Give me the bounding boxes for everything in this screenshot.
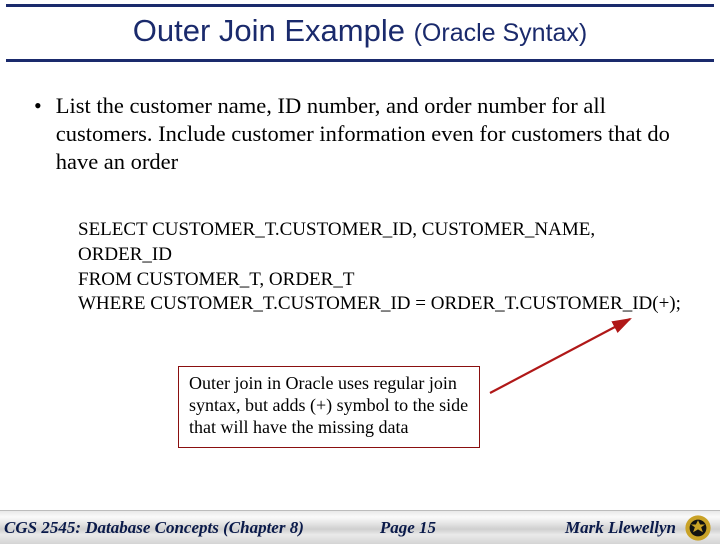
footer-course: CGS 2545: Database Concepts (Chapter 8): [4, 518, 304, 538]
callout-box: Outer join in Oracle uses regular join s…: [178, 366, 480, 448]
title-bar: Outer Join Example (Oracle Syntax): [6, 4, 714, 62]
bullet-marker: •: [34, 92, 42, 120]
bullet-text: List the customer name, ID number, and o…: [56, 92, 686, 176]
footer-author: Mark Llewellyn: [565, 518, 676, 538]
slide: Outer Join Example (Oracle Syntax) • Lis…: [0, 4, 720, 544]
sql-code-block: SELECT CUSTOMER_T.CUSTOMER_ID, CUSTOMER_…: [78, 218, 686, 317]
sql-line-1: SELECT CUSTOMER_T.CUSTOMER_ID, CUSTOMER_…: [78, 218, 686, 267]
callout-text: Outer join in Oracle uses regular join s…: [189, 373, 468, 437]
footer-bar: CGS 2545: Database Concepts (Chapter 8) …: [0, 510, 720, 544]
footer-page: Page 15: [380, 518, 436, 538]
sql-line-2: FROM CUSTOMER_T, ORDER_T: [78, 268, 686, 293]
bullet-item: • List the customer name, ID number, and…: [34, 92, 686, 176]
arrow-icon: [480, 311, 650, 401]
slide-title-sub: (Oracle Syntax): [414, 19, 588, 47]
slide-body: • List the customer name, ID number, and…: [0, 62, 720, 317]
slide-title-main: Outer Join Example: [133, 13, 414, 48]
ucf-logo-icon: [684, 514, 712, 542]
sql-line-3: WHERE CUSTOMER_T.CUSTOMER_ID = ORDER_T.C…: [78, 292, 686, 317]
